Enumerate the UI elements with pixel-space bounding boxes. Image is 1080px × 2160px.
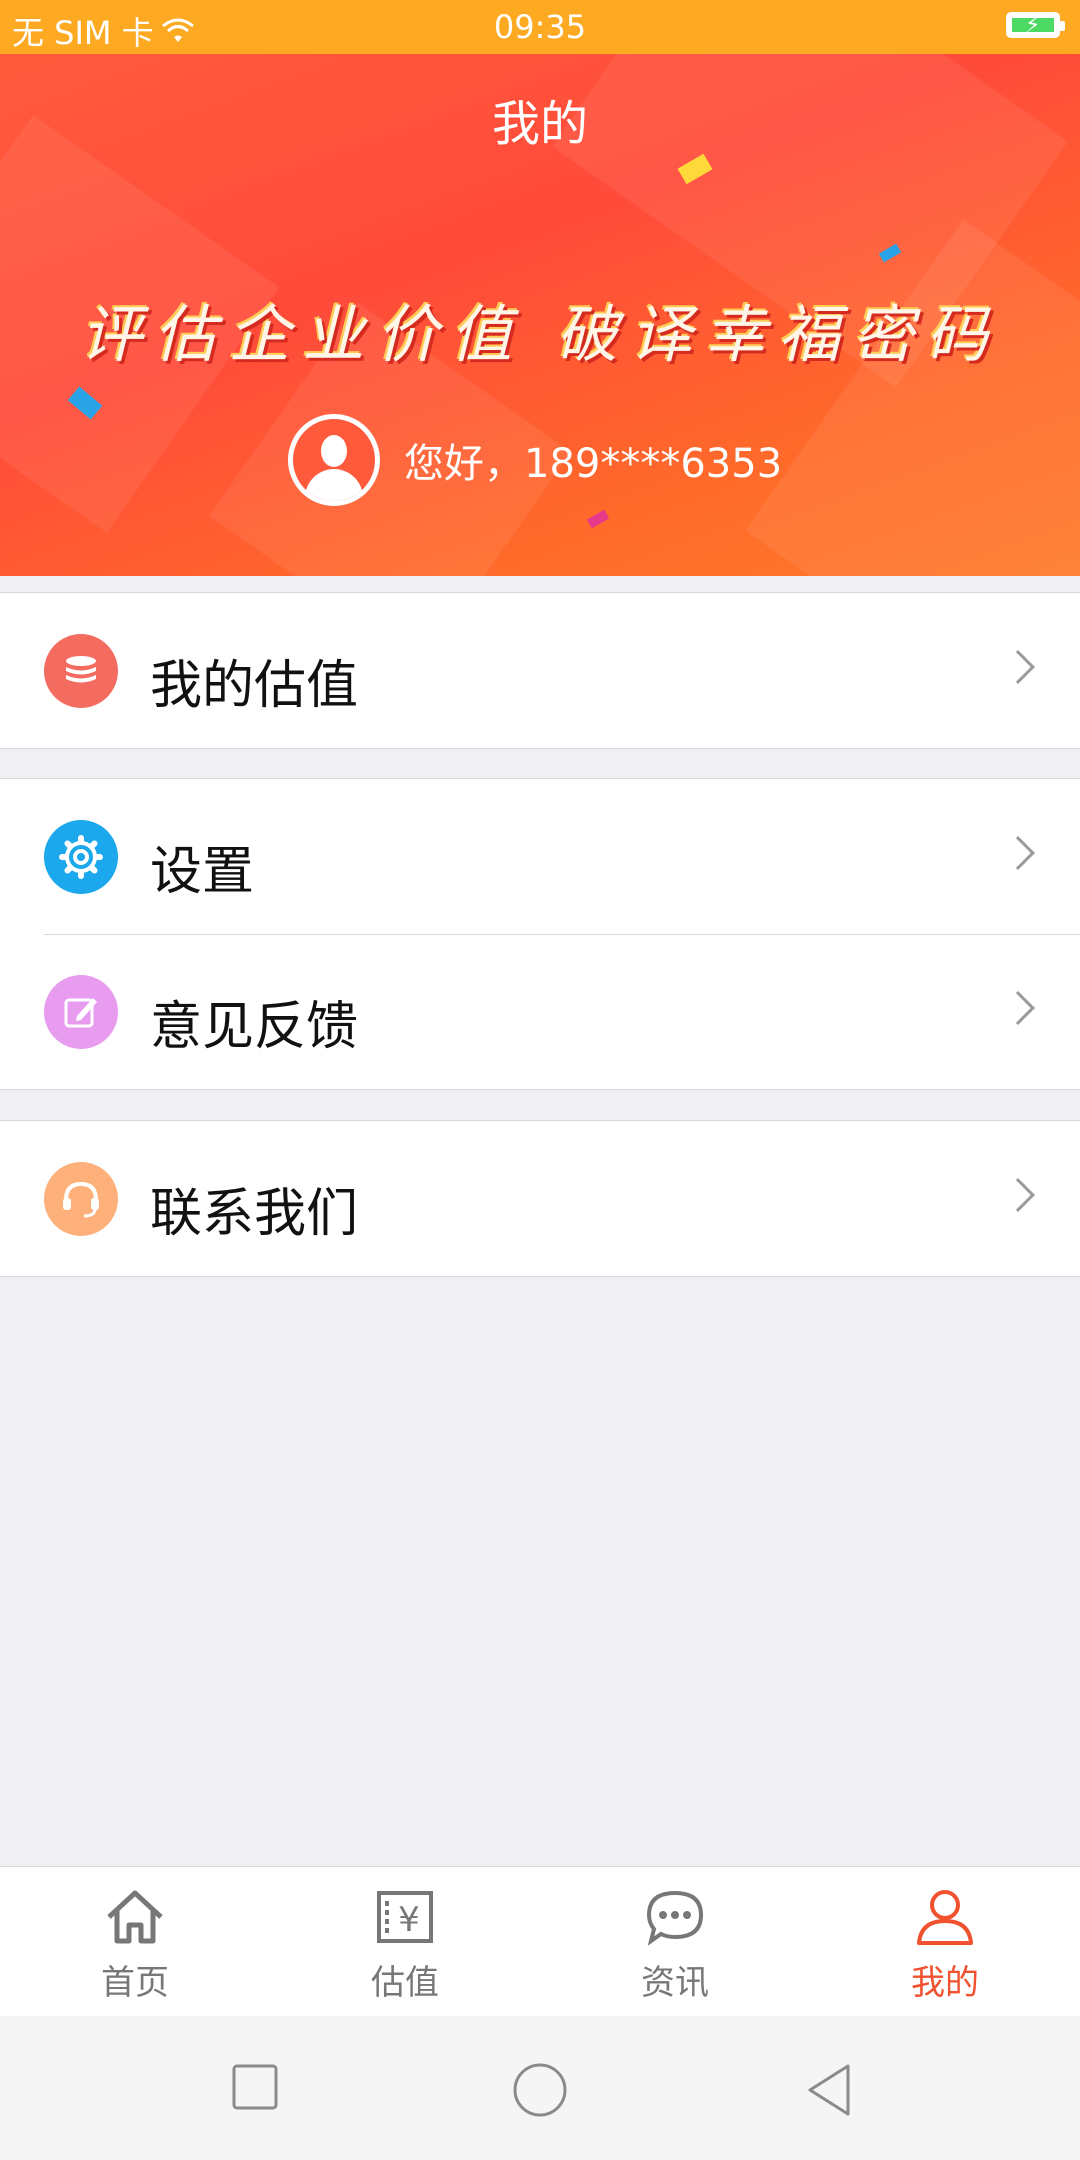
recent-apps-icon[interactable] <box>230 2062 280 2112</box>
yen-ledger-icon: ¥ <box>377 1891 433 1943</box>
user-info[interactable]: 您好，189****6353 <box>288 414 782 506</box>
status-bar: 无 SIM 卡 09:35 ⚡ <box>0 0 1080 54</box>
system-nav-bar <box>0 2016 1080 2160</box>
headset-icon <box>44 1162 118 1236</box>
confetti-decoration <box>586 509 610 529</box>
tab-mine[interactable]: 我的 <box>810 1867 1080 2016</box>
bottom-tab-bar: 首页 ¥ 估值 资讯 我的 <box>0 1866 1080 2016</box>
home-icon <box>107 1890 163 1944</box>
tab-label: 资讯 <box>641 1963 709 2003</box>
menu-label: 意见反馈 <box>150 997 359 1057</box>
profile-header: 我的 评估企业价值 破译幸福密码 您好，189****6353 <box>0 54 1080 576</box>
tab-news[interactable]: 资讯 <box>540 1867 810 2016</box>
coins-icon <box>44 634 118 708</box>
home-button-icon[interactable] <box>512 2062 568 2118</box>
menu-item-contact-us[interactable]: 联系我们 <box>0 1121 1080 1276</box>
menu-group-valuation: 我的估值 <box>0 592 1080 749</box>
back-icon[interactable] <box>804 2062 854 2118</box>
menu-label: 我的估值 <box>150 656 359 716</box>
svg-text:¥: ¥ <box>398 1900 420 1940</box>
chevron-right-icon <box>1001 650 1035 684</box>
chevron-right-icon <box>1001 991 1035 1025</box>
person-icon <box>917 1890 973 1945</box>
edit-icon <box>44 975 118 1049</box>
chat-bubble-icon <box>646 1890 704 1946</box>
menu-item-settings[interactable]: 设置 <box>0 779 1080 934</box>
slogan-banner: 评估企业价值 破译幸福密码 <box>80 298 1000 371</box>
page-title: 我的 <box>491 96 588 152</box>
menu-group-settings: 设置 意见反馈 <box>0 778 1080 1090</box>
menu-label: 设置 <box>150 842 255 902</box>
chevron-right-icon <box>1001 1178 1035 1212</box>
menu-label: 联系我们 <box>150 1184 359 1244</box>
tab-label: 估值 <box>371 1963 439 2003</box>
status-time: 09:35 <box>493 8 587 46</box>
chevron-right-icon <box>1001 836 1035 870</box>
menu-item-feedback[interactable]: 意见反馈 <box>0 934 1080 1089</box>
avatar[interactable] <box>288 414 380 506</box>
gear-icon <box>44 820 118 894</box>
tab-label: 首页 <box>101 1963 169 2003</box>
battery-icon: ⚡ <box>1006 12 1065 38</box>
menu-group-contact: 联系我们 <box>0 1120 1080 1277</box>
menu-item-my-valuation[interactable]: 我的估值 <box>0 593 1080 748</box>
greeting-text: 您好，189****6353 <box>404 441 783 487</box>
tab-label: 我的 <box>911 1963 979 2003</box>
tab-valuation[interactable]: ¥ 估值 <box>270 1867 540 2016</box>
tab-home[interactable]: 首页 <box>0 1867 270 2016</box>
